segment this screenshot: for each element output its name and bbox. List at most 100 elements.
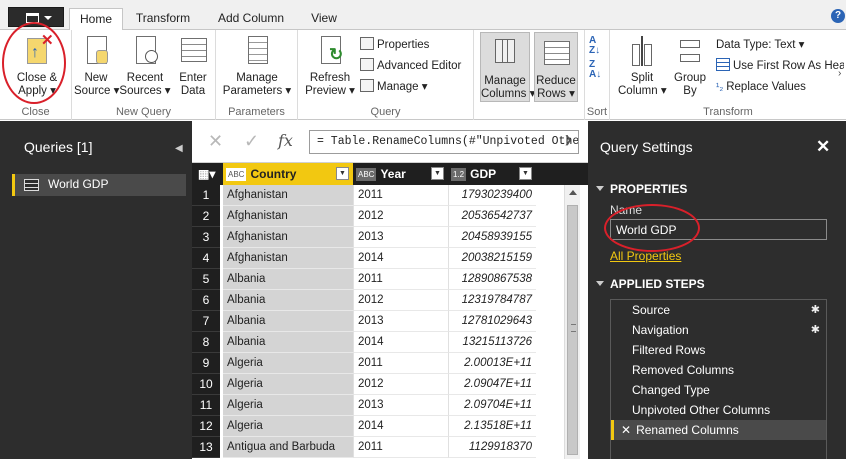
cell-year[interactable]: 2012 <box>353 374 448 395</box>
cell-country[interactable]: Afghanistan <box>223 206 353 227</box>
cell-year[interactable]: 2012 <box>353 290 448 311</box>
group-by-button[interactable]: Group By <box>668 34 712 98</box>
table-row[interactable]: 7 Albania 2013 12781029643 <box>192 311 572 332</box>
table-row[interactable]: 11 Algeria 2013 2.09704E+11 <box>192 395 572 416</box>
split-column-button[interactable]: Split Column ▾ <box>618 34 667 98</box>
applied-step[interactable]: Source ✱ <box>611 300 826 320</box>
cell-year[interactable]: 2014 <box>353 416 448 437</box>
use-first-row-button[interactable]: Use First Row As Headers <box>716 57 844 75</box>
text-type-icon[interactable]: ABC <box>356 168 377 181</box>
row-number[interactable]: 7 <box>192 311 220 332</box>
advanced-editor-button[interactable]: Advanced Editor <box>360 57 461 75</box>
sort-descending-icon[interactable]: Z A↓ <box>589 60 601 80</box>
row-number[interactable]: 6 <box>192 290 220 311</box>
commit-check-icon[interactable]: ✓ <box>244 131 259 152</box>
cell-country[interactable]: Algeria <box>223 374 353 395</box>
row-number[interactable]: 1 <box>192 185 220 206</box>
table-row[interactable]: 1 Afghanistan 2011 17930239400 <box>192 185 572 206</box>
cell-year[interactable]: 2013 <box>353 227 448 248</box>
cell-country[interactable]: Antigua and Barbuda <box>223 437 353 458</box>
filter-dropdown-icon[interactable]: ▼ <box>431 167 444 180</box>
cell-year[interactable]: 2014 <box>353 248 448 269</box>
help-icon[interactable]: ? <box>831 9 845 23</box>
decimal-type-icon[interactable]: 1.2 <box>451 168 467 181</box>
applied-steps-section-header[interactable]: APPLIED STEPS <box>596 277 705 291</box>
applied-step[interactable]: Changed Type <box>611 380 826 400</box>
applied-step[interactable]: Navigation ✱ <box>611 320 826 340</box>
cell-year[interactable]: 2014 <box>353 332 448 353</box>
column-header-country[interactable]: ABC Country ▼ <box>223 163 353 185</box>
function-fx-icon[interactable]: fx <box>278 131 293 150</box>
data-type-dropdown[interactable]: Data Type: Text ▾ <box>716 36 804 54</box>
text-type-icon[interactable]: ABC <box>226 168 247 181</box>
row-number[interactable]: 8 <box>192 332 220 353</box>
scroll-up-icon[interactable] <box>569 190 577 195</box>
cell-year[interactable]: 2012 <box>353 206 448 227</box>
cell-country[interactable]: Albania <box>223 332 353 353</box>
close-icon[interactable]: ✕ <box>816 137 830 157</box>
row-number[interactable]: 13 <box>192 437 220 458</box>
formula-input[interactable]: = Table.RenameColumns(#"Unpivoted Other … <box>309 130 579 154</box>
table-menu-icon[interactable]: ▦▾ <box>198 163 222 185</box>
row-number[interactable]: 11 <box>192 395 220 416</box>
row-number[interactable]: 4 <box>192 248 220 269</box>
cell-year[interactable]: 2011 <box>353 185 448 206</box>
applied-step[interactable]: Filtered Rows <box>611 340 826 360</box>
cell-gdp[interactable]: 12319784787 <box>448 290 536 311</box>
column-header-gdp[interactable]: 1.2 GDP ▼ <box>448 163 536 185</box>
new-source-button[interactable]: New Source ▾ <box>74 34 119 98</box>
cell-gdp[interactable]: 2.09047E+11 <box>448 374 536 395</box>
table-row[interactable]: 2 Afghanistan 2012 20536542737 <box>192 206 572 227</box>
cell-gdp[interactable]: 12781029643 <box>448 311 536 332</box>
tab-add-column[interactable]: Add Column <box>212 8 290 30</box>
applied-step[interactable]: Removed Columns <box>611 360 826 380</box>
cell-gdp[interactable]: 2.09704E+11 <box>448 395 536 416</box>
file-menu-button[interactable] <box>8 7 64 27</box>
manage-columns-button[interactable]: Manage Columns ▾ <box>480 32 535 102</box>
row-number[interactable]: 2 <box>192 206 220 227</box>
row-number[interactable]: 12 <box>192 416 220 437</box>
cell-year[interactable]: 2011 <box>353 269 448 290</box>
cell-country[interactable]: Afghanistan <box>223 185 353 206</box>
cell-country[interactable]: Algeria <box>223 416 353 437</box>
tab-home[interactable]: Home <box>69 8 123 31</box>
cell-gdp[interactable]: 17930239400 <box>448 185 536 206</box>
query-item-world-gdp[interactable]: World GDP <box>12 174 186 196</box>
gear-icon[interactable]: ✱ <box>811 320 820 340</box>
cell-year[interactable]: 2011 <box>353 437 448 458</box>
cancel-icon[interactable]: ✕ <box>208 131 223 152</box>
close-apply-button[interactable]: ✕ ↑ Close & Apply ▾ <box>6 33 68 98</box>
query-name-input[interactable] <box>610 219 827 240</box>
cell-gdp[interactable]: 20536542737 <box>448 206 536 227</box>
properties-section-header[interactable]: PROPERTIES <box>596 182 687 196</box>
ribbon-scroll-right-icon[interactable]: › <box>838 68 841 79</box>
table-row[interactable]: 12 Algeria 2014 2.13518E+11 <box>192 416 572 437</box>
cell-gdp[interactable]: 20038215159 <box>448 248 536 269</box>
filter-dropdown-icon[interactable]: ▼ <box>336 167 349 180</box>
cell-year[interactable]: 2011 <box>353 353 448 374</box>
cell-gdp[interactable]: 20458939155 <box>448 227 536 248</box>
reduce-rows-button[interactable]: Reduce Rows ▾ <box>534 32 578 102</box>
table-row[interactable]: 10 Algeria 2012 2.09047E+11 <box>192 374 572 395</box>
row-number[interactable]: 5 <box>192 269 220 290</box>
cell-country[interactable]: Algeria <box>223 353 353 374</box>
table-row[interactable]: 3 Afghanistan 2013 20458939155 <box>192 227 572 248</box>
gear-icon[interactable]: ✱ <box>811 300 820 320</box>
table-row[interactable]: 8 Albania 2014 13215113726 <box>192 332 572 353</box>
table-row[interactable]: 6 Albania 2012 12319784787 <box>192 290 572 311</box>
manage-query-button[interactable]: Manage ▾ <box>360 78 428 96</box>
row-number[interactable]: 9 <box>192 353 220 374</box>
cell-year[interactable]: 2013 <box>353 311 448 332</box>
vertical-scrollbar[interactable] <box>564 185 580 459</box>
applied-step[interactable]: Unpivoted Other Columns <box>611 400 826 420</box>
cell-country[interactable]: Afghanistan <box>223 248 353 269</box>
cell-country[interactable]: Albania <box>223 269 353 290</box>
cell-gdp[interactable]: 13215113726 <box>448 332 536 353</box>
delete-step-icon[interactable]: ✕ <box>621 420 631 440</box>
cell-gdp[interactable]: 2.13518E+11 <box>448 416 536 437</box>
cell-gdp[interactable]: 12890867538 <box>448 269 536 290</box>
table-row[interactable]: 13 Antigua and Barbuda 2011 1129918370 <box>192 437 572 458</box>
table-row[interactable]: 4 Afghanistan 2014 20038215159 <box>192 248 572 269</box>
column-header-year[interactable]: ABC Year ▼ <box>353 163 448 185</box>
tab-view[interactable]: View <box>302 8 346 30</box>
